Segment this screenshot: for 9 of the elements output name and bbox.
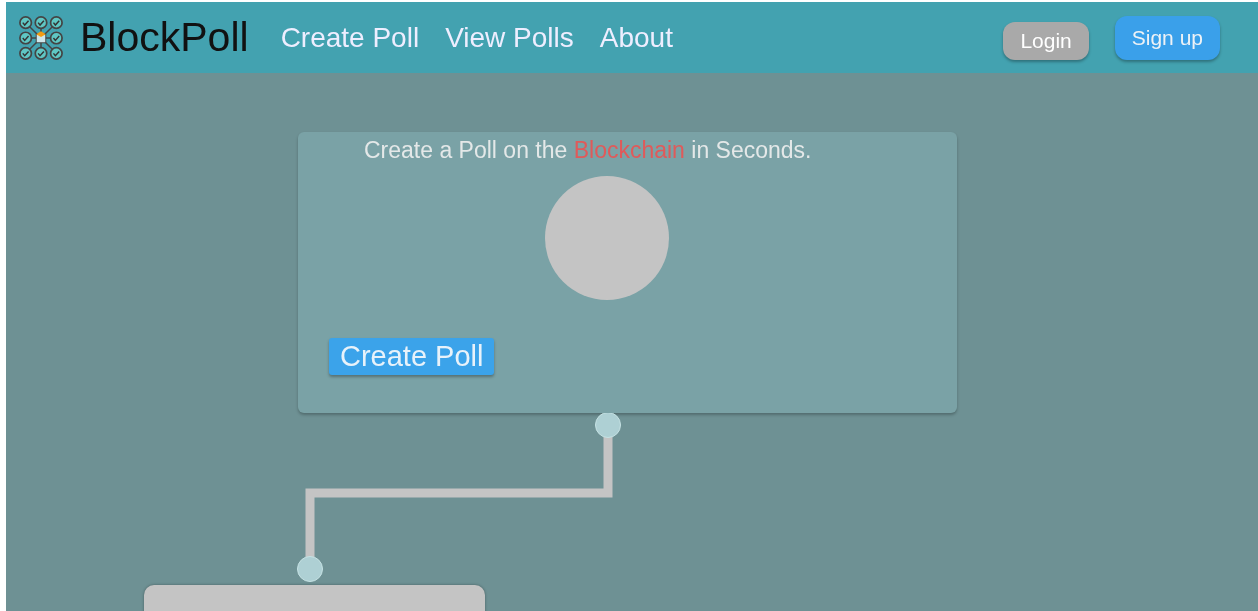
network-check-icon [18, 14, 64, 61]
create-poll-button[interactable]: Create Poll [329, 338, 495, 375]
brand-title: BlockPoll [80, 14, 249, 61]
nav-link[interactable]: Create Poll [280, 21, 420, 54]
nav-link[interactable]: View Polls [445, 21, 574, 54]
headline: Create a Poll on the Blockchain in Seconds. [364, 137, 813, 164]
signup-button[interactable]: Sign up [1114, 15, 1220, 60]
nav-link[interactable]: About [599, 21, 673, 54]
login-button[interactable]: Login [1003, 21, 1089, 60]
